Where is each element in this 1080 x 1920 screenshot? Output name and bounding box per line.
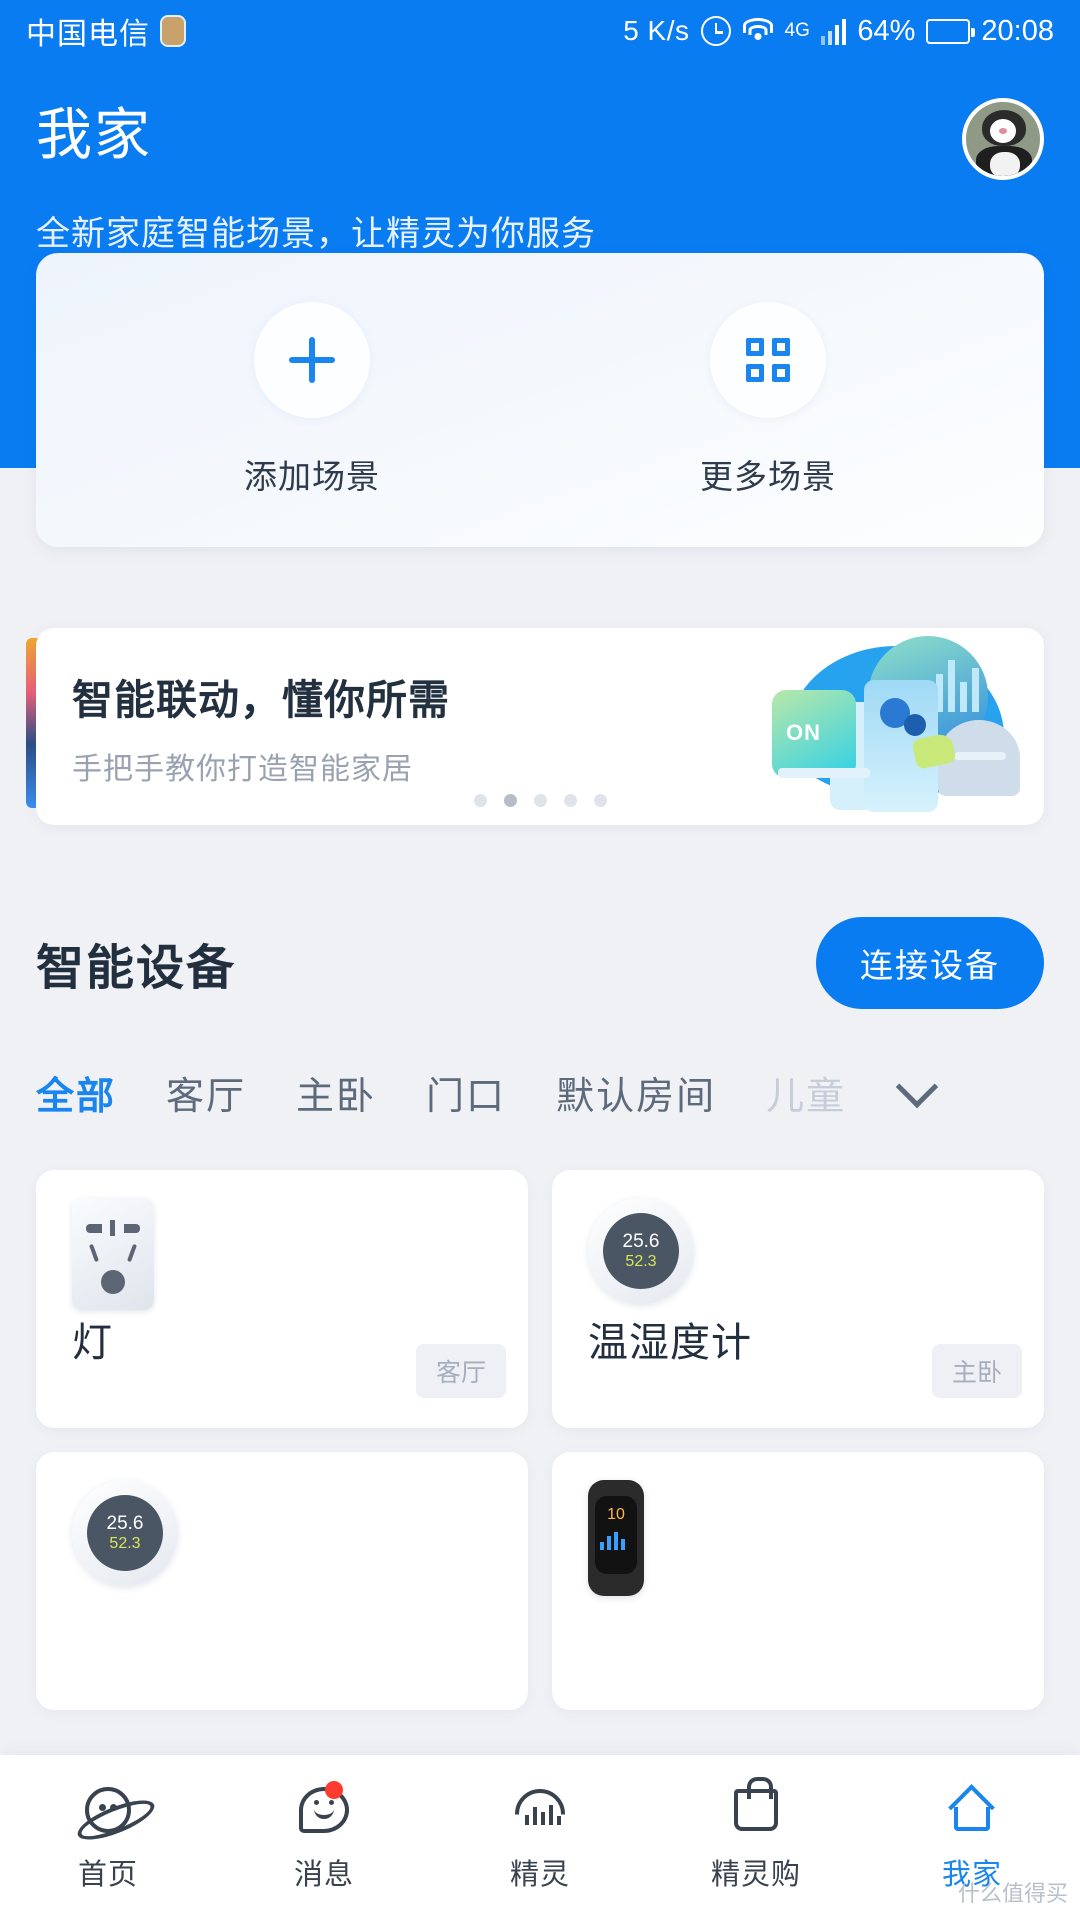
page-title: 我家: [36, 103, 152, 166]
thermo-temperature: 25.6: [622, 1231, 660, 1252]
thermo-hygrometer-icon: 25.6 52.3: [72, 1480, 178, 1586]
thermo-humidity: 52.3: [109, 1535, 141, 1552]
device-name: 温湿度计: [588, 1321, 752, 1365]
devices-section-header: 智能设备 连接设备: [36, 917, 1044, 1009]
header-row: 我家: [36, 62, 1044, 180]
tab-doorway[interactable]: 门口: [426, 1065, 506, 1120]
sim-chip-icon: [160, 15, 186, 47]
smart-band-icon: 10: [588, 1480, 644, 1596]
device-room-tag: 主卧: [931, 1344, 1022, 1398]
status-bar: 中国电信 5 K/s 4G 64% 20:08: [0, 0, 1080, 62]
header-subtitle: 全新家庭智能场景，让精灵为你服务: [36, 215, 596, 253]
nav-item-messages[interactable]: 消息: [216, 1780, 432, 1893]
nav-item-shop[interactable]: 精灵购: [648, 1776, 864, 1893]
thermo-temperature: 25.6: [106, 1513, 144, 1534]
watermark: 什么值得买: [957, 1881, 1068, 1906]
signal-bars-icon: [820, 18, 847, 45]
shopping-bag-icon: [729, 1776, 783, 1837]
status-bar-right: 5 K/s 4G 64% 20:08: [623, 15, 1054, 48]
wifi-icon: [742, 18, 774, 44]
thermo-humidity: 52.3: [625, 1253, 657, 1270]
network-type-label: 4G: [784, 20, 810, 41]
tab-all[interactable]: 全部: [36, 1065, 116, 1120]
connect-device-button[interactable]: 连接设备: [816, 917, 1044, 1009]
carousel-dots[interactable]: [36, 794, 1044, 807]
unread-badge: [325, 1780, 343, 1799]
nav-item-assistant[interactable]: 精灵: [432, 1783, 648, 1893]
chevron-down-icon[interactable]: [895, 1065, 939, 1108]
nav-label: 首页: [77, 1858, 138, 1891]
nav-label: 精灵: [509, 1858, 570, 1891]
carousel-dot[interactable]: [563, 794, 577, 807]
alarm-icon: [700, 16, 731, 46]
battery-percent-label: 64%: [857, 14, 916, 47]
device-card[interactable]: 灯 客厅: [36, 1170, 528, 1428]
device-grid: 灯 客厅 25.6 52.3 温湿度计 主卧 25.6 52.3 10: [36, 1170, 1044, 1710]
thermo-screen: 25.6 52.3: [87, 1495, 163, 1571]
more-scenes-button[interactable]: 更多场景: [653, 302, 883, 547]
device-room-tag: 客厅: [415, 1344, 506, 1398]
tab-children[interactable]: 儿童: [766, 1065, 846, 1120]
plus-icon: [289, 337, 335, 383]
nav-label: 消息: [293, 1858, 354, 1891]
thermo-screen: 25.6 52.3: [603, 1213, 679, 1289]
status-bar-left: 中国电信: [26, 9, 186, 53]
banner-card[interactable]: 智能联动，懂你所需 手把手教你打造智能家居 ON: [36, 628, 1044, 825]
more-scenes-circle: [710, 302, 826, 418]
device-card[interactable]: 10: [552, 1452, 1044, 1710]
carrier-label: 中国电信: [26, 18, 150, 51]
tab-master-bedroom[interactable]: 主卧: [296, 1065, 376, 1120]
carousel-dot[interactable]: [473, 794, 487, 807]
tab-living-room[interactable]: 客厅: [166, 1065, 246, 1120]
add-scene-button[interactable]: 添加场景: [197, 302, 427, 547]
device-card[interactable]: 25.6 52.3: [36, 1452, 528, 1710]
planet-icon: [81, 1783, 135, 1837]
carousel-dot[interactable]: [593, 794, 607, 807]
add-scene-circle: [254, 302, 370, 418]
voice-icon: [513, 1783, 567, 1837]
bottom-navigation: 首页 消息 精灵 精灵购 我家: [0, 1755, 1080, 1920]
chat-icon: [297, 1780, 351, 1837]
grid-icon: [746, 338, 790, 382]
avatar[interactable]: [962, 98, 1044, 180]
clock-label: 20:08: [981, 14, 1054, 47]
thermo-hygrometer-icon: 25.6 52.3: [588, 1198, 694, 1304]
carousel-dot-active[interactable]: [503, 794, 517, 807]
room-tabs[interactable]: 全部 客厅 主卧 门口 默认房间 儿童: [36, 1065, 1044, 1120]
devices-section-title: 智能设备: [36, 942, 237, 995]
more-scenes-label: 更多场景: [700, 458, 836, 495]
battery-icon: [926, 18, 976, 44]
device-name: 灯: [72, 1321, 113, 1365]
device-card[interactable]: 25.6 52.3 温湿度计 主卧: [552, 1170, 1044, 1428]
home-icon: [945, 1783, 999, 1837]
tab-default-room[interactable]: 默认房间: [556, 1065, 716, 1120]
banner-carousel[interactable]: 智能联动，懂你所需 手把手教你打造智能家居 ON: [26, 628, 1044, 825]
carousel-dot[interactable]: [533, 794, 547, 807]
nav-label: 精灵购: [710, 1858, 801, 1891]
band-value: 10: [607, 1506, 625, 1523]
scene-card: 添加场景 更多场景: [36, 253, 1044, 547]
add-scene-label: 添加场景: [244, 458, 380, 495]
network-speed-label: 5 K/s: [623, 15, 690, 46]
nav-item-home-feed[interactable]: 首页: [0, 1783, 216, 1893]
socket-icon: [72, 1198, 154, 1310]
